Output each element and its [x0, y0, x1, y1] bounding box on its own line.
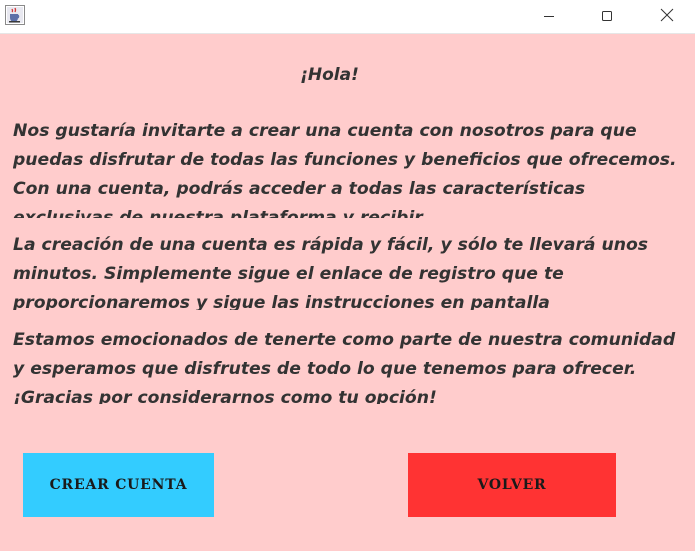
- invitation-panel: ¡Hola! Nos gustaría invitarte a crear un…: [0, 34, 695, 551]
- invitation-paragraph: Nos gustaría invitarte a crear una cuent…: [13, 121, 677, 218]
- registration-paragraph: La creación de una cuenta es rápida y fá…: [13, 235, 649, 310]
- java-coffee-cup-icon: [5, 5, 25, 25]
- back-button[interactable]: VOLVER: [408, 453, 616, 517]
- minimize-icon: [543, 7, 555, 26]
- maximize-icon: [601, 7, 613, 26]
- greeting-heading: ¡Hola!: [300, 65, 359, 85]
- maximize-button[interactable]: [584, 0, 630, 32]
- create-account-button[interactable]: CREAR CUENTA: [23, 453, 214, 517]
- thanks-paragraph: Estamos emocionados de tenerte como part…: [13, 330, 676, 404]
- close-icon: [660, 7, 674, 26]
- window-titlebar: [0, 0, 695, 34]
- minimize-button[interactable]: [526, 0, 572, 32]
- close-button[interactable]: [644, 0, 690, 32]
